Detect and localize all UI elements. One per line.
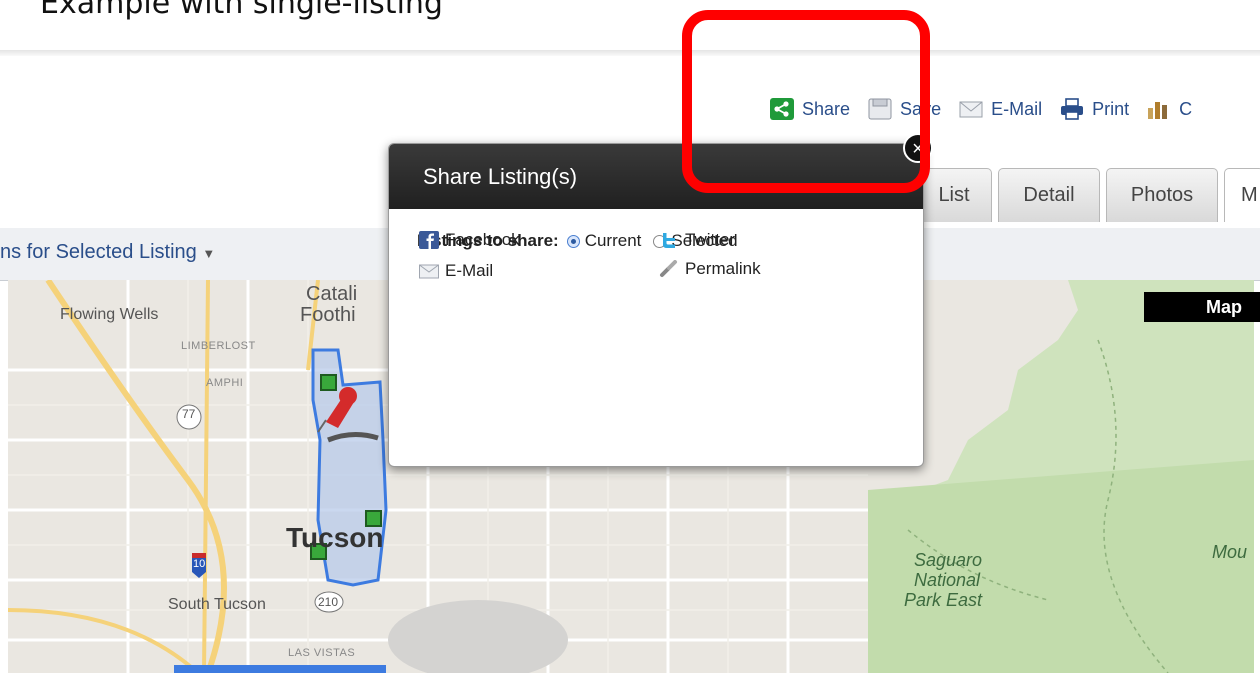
envelope-icon [419,264,439,279]
email-option[interactable]: E-Mail [419,261,493,281]
annotation-highlight-box [682,10,930,193]
compare-button[interactable]: C [1147,98,1192,120]
email-option-label: E-Mail [445,261,494,280]
tab-detail[interactable]: Detail [998,168,1100,222]
tab-map[interactable]: M [1224,168,1260,222]
tab-list-label: List [938,184,970,206]
print-button[interactable]: Print [1060,98,1129,120]
map-label-south-tucson: South Tucson [168,596,266,613]
map-label-mou: Mou [1212,542,1248,562]
compare-label: C [1179,98,1193,119]
permalink-label: Permalink [685,259,761,278]
twitter-label: Twitter [685,230,736,249]
print-label: Print [1092,98,1130,119]
tab-detail-label: Detail [1023,184,1075,206]
map-label-las-vistas: LAS VISTAS [288,647,356,659]
twitter-icon [663,233,675,248]
share-options: Facebook Twitter E-Mail Permalink [419,230,899,300]
facebook-option[interactable]: Facebook [419,230,520,250]
map-label-catalina-1: Catali [306,283,358,305]
caret-down-icon: ▼ [202,246,216,261]
tab-map-label: M [1241,184,1258,206]
tab-photos-label: Photos [1130,184,1194,206]
map-label-park-2: National [914,570,981,590]
email-label: E-Mail [991,98,1043,119]
map-label-park-3: Park East [904,590,983,610]
map-label-park-1: Saguaro [914,550,983,570]
map-label-tucson: Tucson [286,522,384,553]
route-10-label: 10 [193,558,206,570]
email-button[interactable]: E-Mail [959,98,1042,120]
permalink-option[interactable]: Permalink [659,259,761,279]
map-label-catalina-2: Foothi [300,304,356,326]
tab-photos[interactable]: Photos [1106,168,1218,222]
facebook-label: Facebook [445,230,520,249]
envelope-icon [959,101,983,118]
printer-icon [1061,98,1084,120]
map-type-toggle[interactable]: Map [1144,292,1260,322]
header-divider [0,50,1260,56]
actions-dropdown-label: ns for Selected Listing [0,241,197,263]
top-caption: Example with single-listing [40,0,443,21]
link-icon [660,260,677,277]
facebook-icon [419,231,439,249]
map-label-amphi: AMPHI [206,377,244,389]
route-210-label: 210 [318,595,339,609]
map-label-flowing-wells: Flowing Wells [60,306,159,323]
map-label-limberlost: LIMBERLOST [181,340,256,352]
actions-dropdown[interactable]: ns for Selected Listing ▼ [0,241,215,264]
twitter-option[interactable]: Twitter [659,230,735,250]
compare-icon [1148,102,1168,119]
route-77-label: 77 [182,407,196,421]
